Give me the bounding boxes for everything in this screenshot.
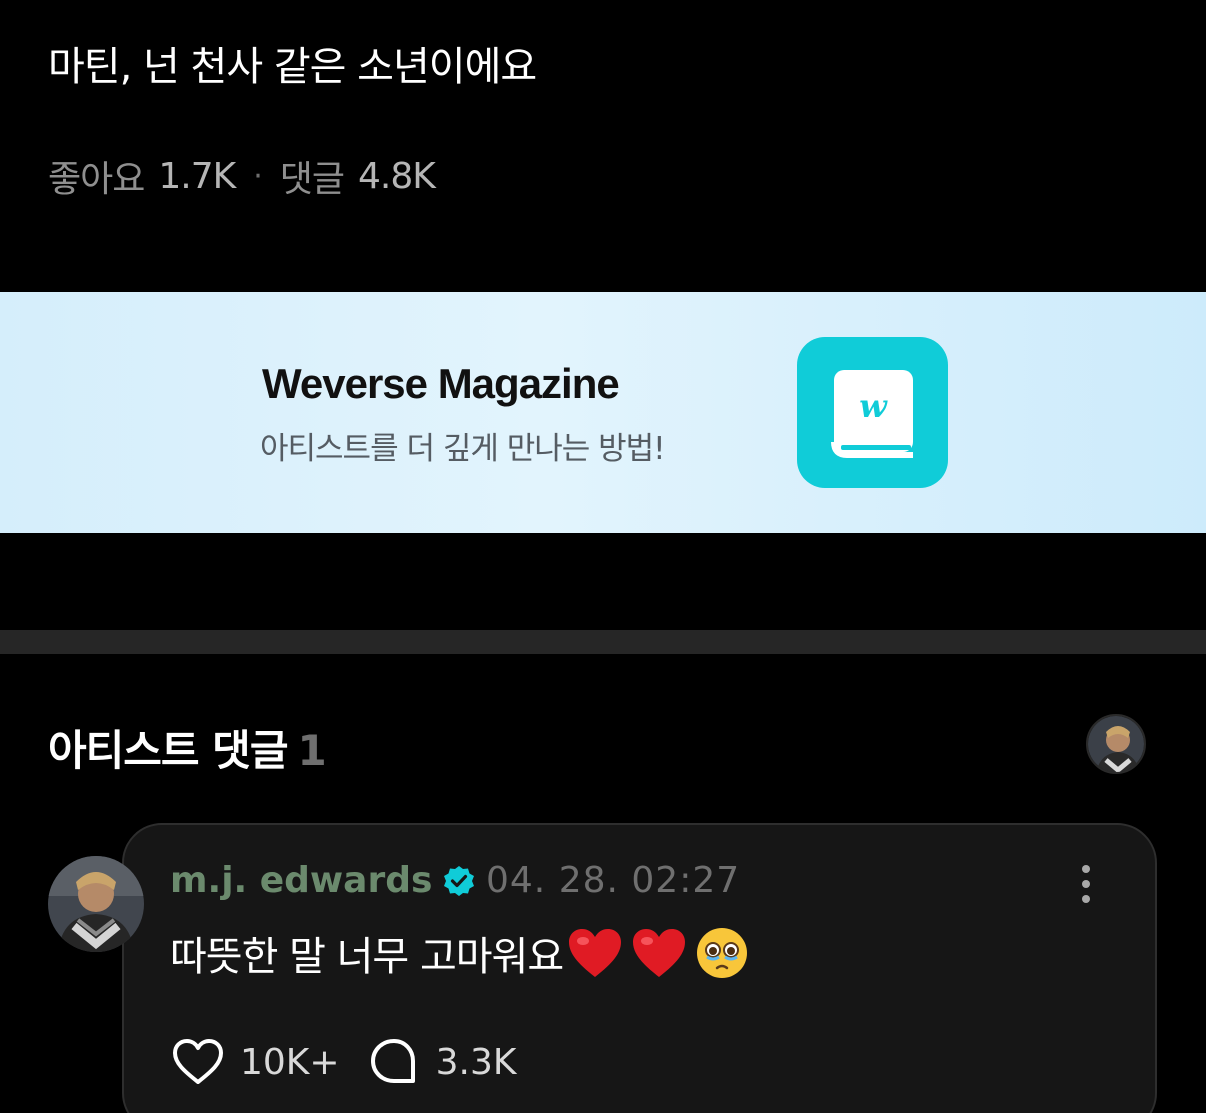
weverse-magazine-banner[interactable]	[0, 292, 1206, 533]
artist-avatar-small[interactable]	[1086, 714, 1146, 774]
post-detail-screen: 마틴, 넌 천사 같은 소년이에요 좋아요 1.7K · 댓글 4.8K Wev…	[0, 0, 1206, 1113]
comment-body: 따뜻한 말 너무 고마워요	[170, 924, 749, 982]
face-holding-back-tears-emoji-icon	[697, 928, 748, 978]
likes-count[interactable]: 1.7K	[158, 156, 236, 197]
red-heart-emoji-icon	[633, 929, 686, 977]
like-heart-icon[interactable]	[170, 1034, 226, 1090]
reply-bubble-icon[interactable]	[366, 1034, 422, 1090]
svg-text:w: w	[859, 387, 888, 425]
avatar-photo	[1088, 716, 1144, 772]
red-heart-emoji-icon	[569, 929, 622, 977]
comment-author-name[interactable]: m.j. edwards	[170, 860, 432, 901]
verified-badge-icon	[444, 865, 475, 896]
stats-separator: ·	[253, 158, 262, 194]
comments-count[interactable]: 4.8K	[358, 156, 436, 197]
artist-comments-title: 아티스트 댓글	[48, 726, 288, 775]
post-stats: 좋아요 1.7K · 댓글 4.8K	[48, 150, 436, 202]
banner-subtitle: 아티스트를 더 깊게 만나는 방법!	[260, 431, 666, 467]
artist-comments-count: 1	[297, 726, 326, 775]
banner-title: Weverse Magazine	[262, 360, 620, 407]
comment-timestamp: 04. 28. 02:27	[486, 860, 741, 901]
comments-label[interactable]: 댓글	[280, 150, 345, 202]
post-title: 마틴, 넌 천사 같은 소년이에요	[48, 44, 537, 90]
comment-author-avatar[interactable]	[48, 856, 144, 952]
comment-actions: 10K+ 3.3K	[170, 1034, 516, 1090]
likes-label[interactable]: 좋아요	[48, 150, 145, 202]
weverse-magazine-app-icon: w	[797, 337, 948, 488]
comment-author[interactable]: m.j. edwards	[170, 860, 476, 901]
avatar-photo	[48, 856, 144, 952]
section-divider	[0, 630, 1206, 654]
more-options-icon[interactable]	[1072, 862, 1100, 906]
comment-reply-count[interactable]: 3.3K	[436, 1042, 517, 1083]
artist-comments-heading: 아티스트 댓글 1	[48, 717, 327, 778]
comment-like-count[interactable]: 10K+	[240, 1042, 340, 1083]
weverse-magazine-book-icon: w	[831, 370, 913, 458]
comment-text: 따뜻한 말 너무 고마워요	[170, 934, 564, 980]
